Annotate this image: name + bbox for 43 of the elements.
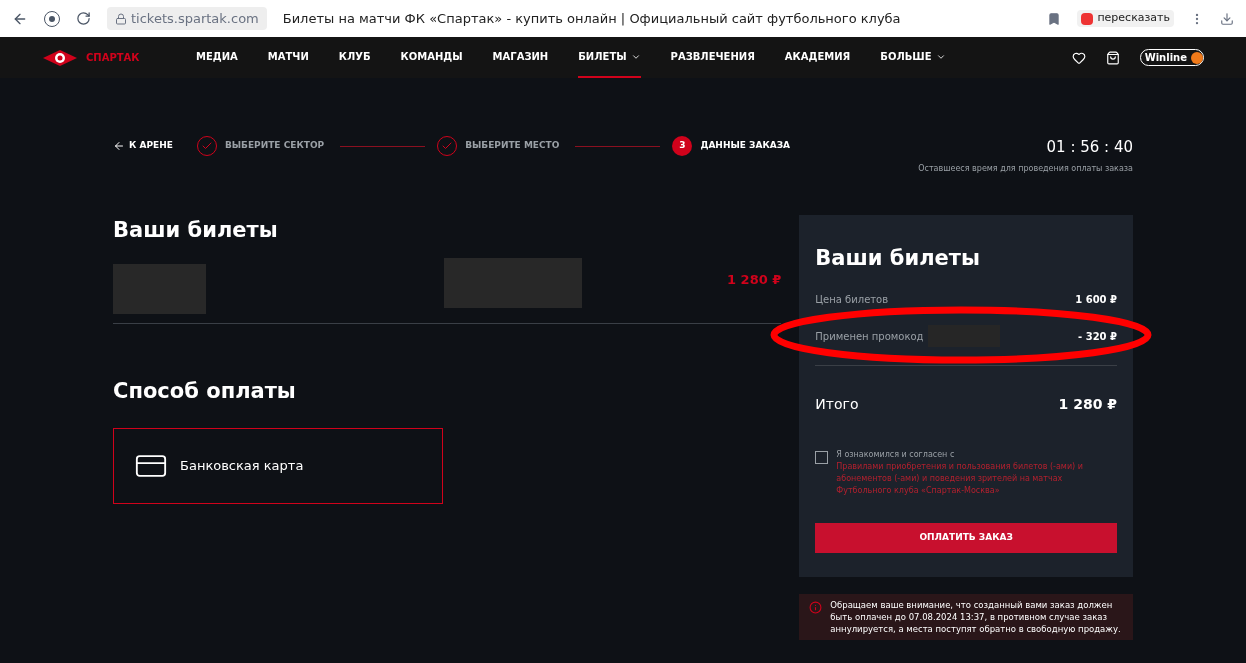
total-value: 1 280 ₽ [1058, 395, 1117, 414]
lock-icon [115, 12, 127, 25]
nav-tab[interactable]: БИЛЕТЫ [578, 37, 641, 78]
agree-checkbox[interactable] [815, 451, 829, 464]
step-number: 3 [672, 136, 693, 156]
step-label: ВЫБЕРИТЕ СЕКТОР [224, 139, 325, 153]
tickets-heading: Ваши билеты [113, 216, 279, 244]
summary-label: Цена билетов [815, 293, 889, 307]
rhombus-logo-icon [42, 48, 78, 67]
notice-text: Обращаем ваше внимание, что созданный вами заказ должен быть оплачен до 07.08.2024 13:37, в противном случае заказ аннулируется, а места поступят обратно в свободную продажу. [830, 599, 1122, 635]
summary-value: - 320 ₽ [1078, 329, 1117, 344]
nav-tab[interactable]: МАГАЗИН [492, 37, 549, 78]
payment-heading: Способ оплаты [113, 378, 297, 405]
nav-tab[interactable]: РАЗВЛЕЧЕНИЯ [670, 37, 755, 78]
nav-tab[interactable]: МАТЧИ [267, 37, 309, 78]
nav-tab[interactable]: КОМАНДЫ [400, 37, 463, 78]
summary-label: Применен промокод [815, 329, 924, 344]
step-label: ДАННЫЕ ЗАКАЗА [700, 139, 791, 153]
agree-text: Я ознакомился и согласен с [836, 449, 956, 461]
nav-tab[interactable]: КЛУБ [338, 37, 371, 78]
back-link[interactable]: К АРЕНЕ [113, 139, 173, 153]
favorites-icon[interactable] [1071, 50, 1086, 65]
retell-button[interactable]: пересказать [1077, 10, 1174, 27]
bookmark-icon[interactable] [1047, 11, 1062, 26]
address-field[interactable]: tickets.spartak.com [107, 6, 267, 31]
summary-value: 1 600 ₽ [1075, 293, 1117, 307]
nav-tab[interactable]: АКАДЕМИЯ [784, 37, 851, 78]
pay-button[interactable]: ОПЛАТИТЬ ЗАКАЗ [815, 523, 1117, 553]
cart-icon[interactable] [1105, 50, 1120, 65]
summary-heading: Ваши билеты [815, 244, 981, 272]
reload-icon[interactable] [76, 11, 91, 26]
ticket-price: 1 280 ₽ [727, 271, 782, 289]
step-label: ВЫБЕРИТЕ МЕСТО [465, 139, 560, 153]
page-title: Билеты на матчи ФК «Спартак» - купить онлайн | Официальный сайт футбольного клуба [282, 9, 901, 28]
arrow-left-icon [113, 140, 125, 152]
info-icon [809, 601, 823, 614]
timer-caption: Оставшееся время для проведения оплаты заказа [918, 162, 1133, 175]
payment-option[interactable]: Банковская карта [113, 427, 443, 504]
total-label: Итого [815, 395, 859, 414]
download-icon[interactable] [1220, 11, 1234, 26]
countdown-timer: 01 : 56 : 40 [1046, 137, 1133, 158]
nav-tab[interactable]: МЕДИА [196, 37, 238, 78]
nav-tab[interactable]: БОЛЬШЕ [880, 37, 946, 78]
